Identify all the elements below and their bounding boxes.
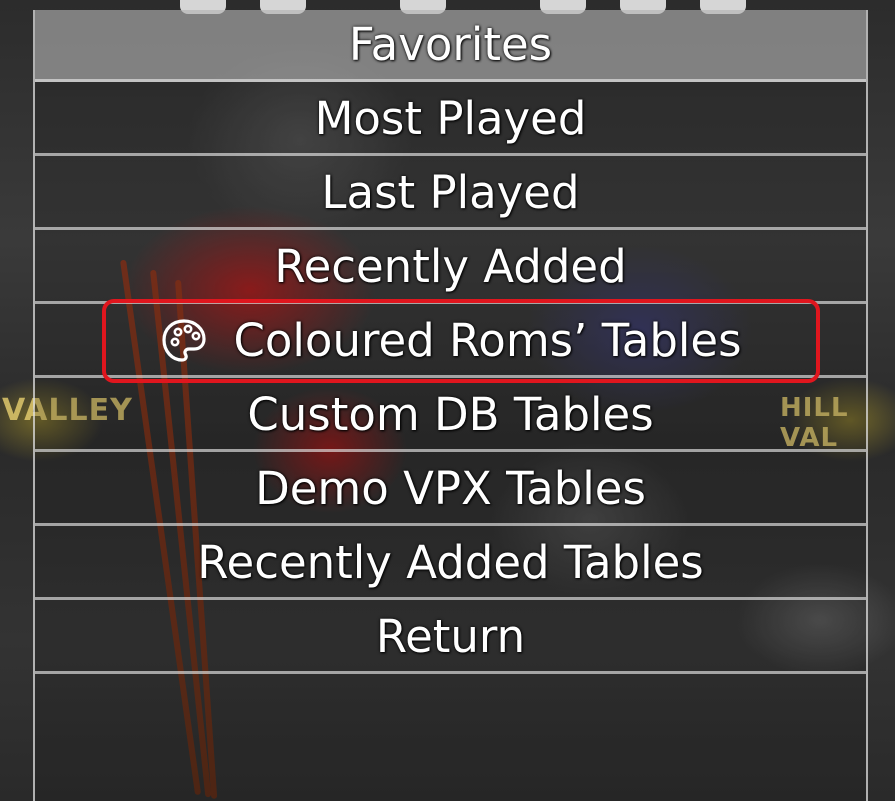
menu-item-label: Recently Added Tables xyxy=(197,536,704,589)
menu-item-label: Favorites xyxy=(348,18,553,71)
menu-item-return[interactable]: Return xyxy=(35,602,866,674)
menu-item-label: Return xyxy=(375,610,526,663)
menu-item-label: Recently Added xyxy=(274,240,627,293)
frontend-screen: VALLEY HILL VAL Favorites Most Played La… xyxy=(0,0,895,801)
menu-item-last-played[interactable]: Last Played xyxy=(35,158,866,230)
menu-item-recently-added-tables[interactable]: Recently Added Tables xyxy=(35,528,866,600)
menu-item-recently-added[interactable]: Recently Added xyxy=(35,232,866,304)
palette-icon xyxy=(159,316,209,366)
menu-item-coloured-roms-tables[interactable]: Coloured Roms’ Tables xyxy=(35,306,866,378)
menu-item-label: Demo VPX Tables xyxy=(255,462,646,515)
menu-item-label: Most Played xyxy=(314,92,587,145)
playlist-menu: Favorites Most Played Last Played Recent… xyxy=(33,10,868,801)
menu-item-custom-db-tables[interactable]: Custom DB Tables xyxy=(35,380,866,452)
menu-item-label: Custom DB Tables xyxy=(247,388,654,441)
menu-item-label: Last Played xyxy=(321,166,580,219)
menu-item-label: Coloured Roms’ Tables xyxy=(233,314,742,367)
menu-item-most-played[interactable]: Most Played xyxy=(35,84,866,156)
menu-item-favorites[interactable]: Favorites xyxy=(35,10,866,82)
menu-item-demo-vpx-tables[interactable]: Demo VPX Tables xyxy=(35,454,866,526)
